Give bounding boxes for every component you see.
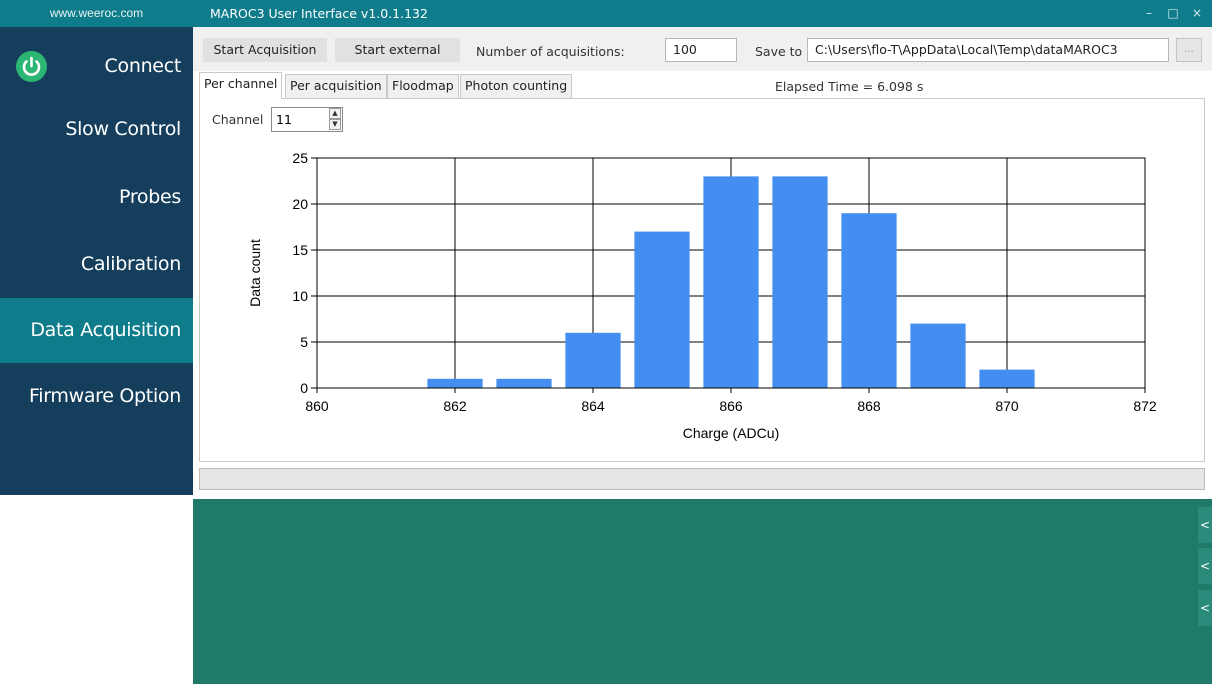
close-icon[interactable]: × — [1186, 0, 1208, 27]
sidebar-item-firmware-option[interactable]: Firmware Option — [0, 364, 193, 429]
tab-floodmap[interactable]: Floodmap — [387, 74, 459, 98]
console-panel — [193, 499, 1212, 684]
sidebar-item-calibration[interactable]: Calibration — [0, 232, 193, 297]
num-acquisitions-label: Number of acquisitions: — [476, 44, 625, 59]
sidebar: www.weeroc.com Connect Slow Control Prob… — [0, 0, 193, 495]
elapsed-time: Elapsed Time = 6.098 s — [775, 79, 924, 94]
spin-down-icon[interactable]: ▼ — [329, 119, 341, 130]
expand-icon[interactable]: < — [1198, 548, 1212, 584]
sidebar-item-data-acquisition[interactable]: Data Acquisition — [0, 298, 193, 363]
sidebar-item-connect[interactable]: Connect — [0, 34, 193, 99]
channel-value: 11 — [276, 112, 292, 127]
sidebar-item-probes[interactable]: Probes — [0, 165, 193, 230]
title-bar: MAROC3 User Interface v1.0.1.132 – □ × — [193, 0, 1212, 27]
browse-button[interactable]: ... — [1176, 38, 1202, 62]
sidebar-item-slow-control[interactable]: Slow Control — [0, 97, 193, 162]
channel-label: Channel — [212, 112, 264, 127]
minimize-icon[interactable]: – — [1138, 0, 1160, 27]
channel-spinner[interactable]: 11 ▲ ▼ — [271, 107, 343, 132]
save-path-input[interactable]: C:\Users\flo-T\AppData\Local\Temp\dataMA… — [807, 38, 1169, 62]
num-acquisitions-input[interactable]: 100 — [665, 38, 737, 62]
save-to-label: Save to — [755, 44, 803, 59]
spin-up-icon[interactable]: ▲ — [329, 108, 341, 119]
expand-icon[interactable]: < — [1198, 590, 1212, 626]
tab-photon-counting[interactable]: Photon counting — [460, 74, 573, 98]
app-title: MAROC3 User Interface v1.0.1.132 — [210, 6, 428, 21]
site-link[interactable]: www.weeroc.com — [0, 0, 193, 27]
expand-icon[interactable]: < — [1198, 507, 1212, 543]
tab-per-acquisition[interactable]: Per acquisition — [285, 74, 387, 98]
start-acquisition-button[interactable]: Start Acquisition — [203, 38, 327, 62]
tab-panel — [199, 98, 1205, 462]
tab-per-channel[interactable]: Per channel — [199, 72, 283, 99]
progress-bar — [199, 468, 1205, 490]
maximize-icon[interactable]: □ — [1162, 0, 1184, 27]
start-external-button[interactable]: Start external — [335, 38, 460, 62]
toolbar: Start Acquisition Start external Number … — [193, 27, 1212, 71]
